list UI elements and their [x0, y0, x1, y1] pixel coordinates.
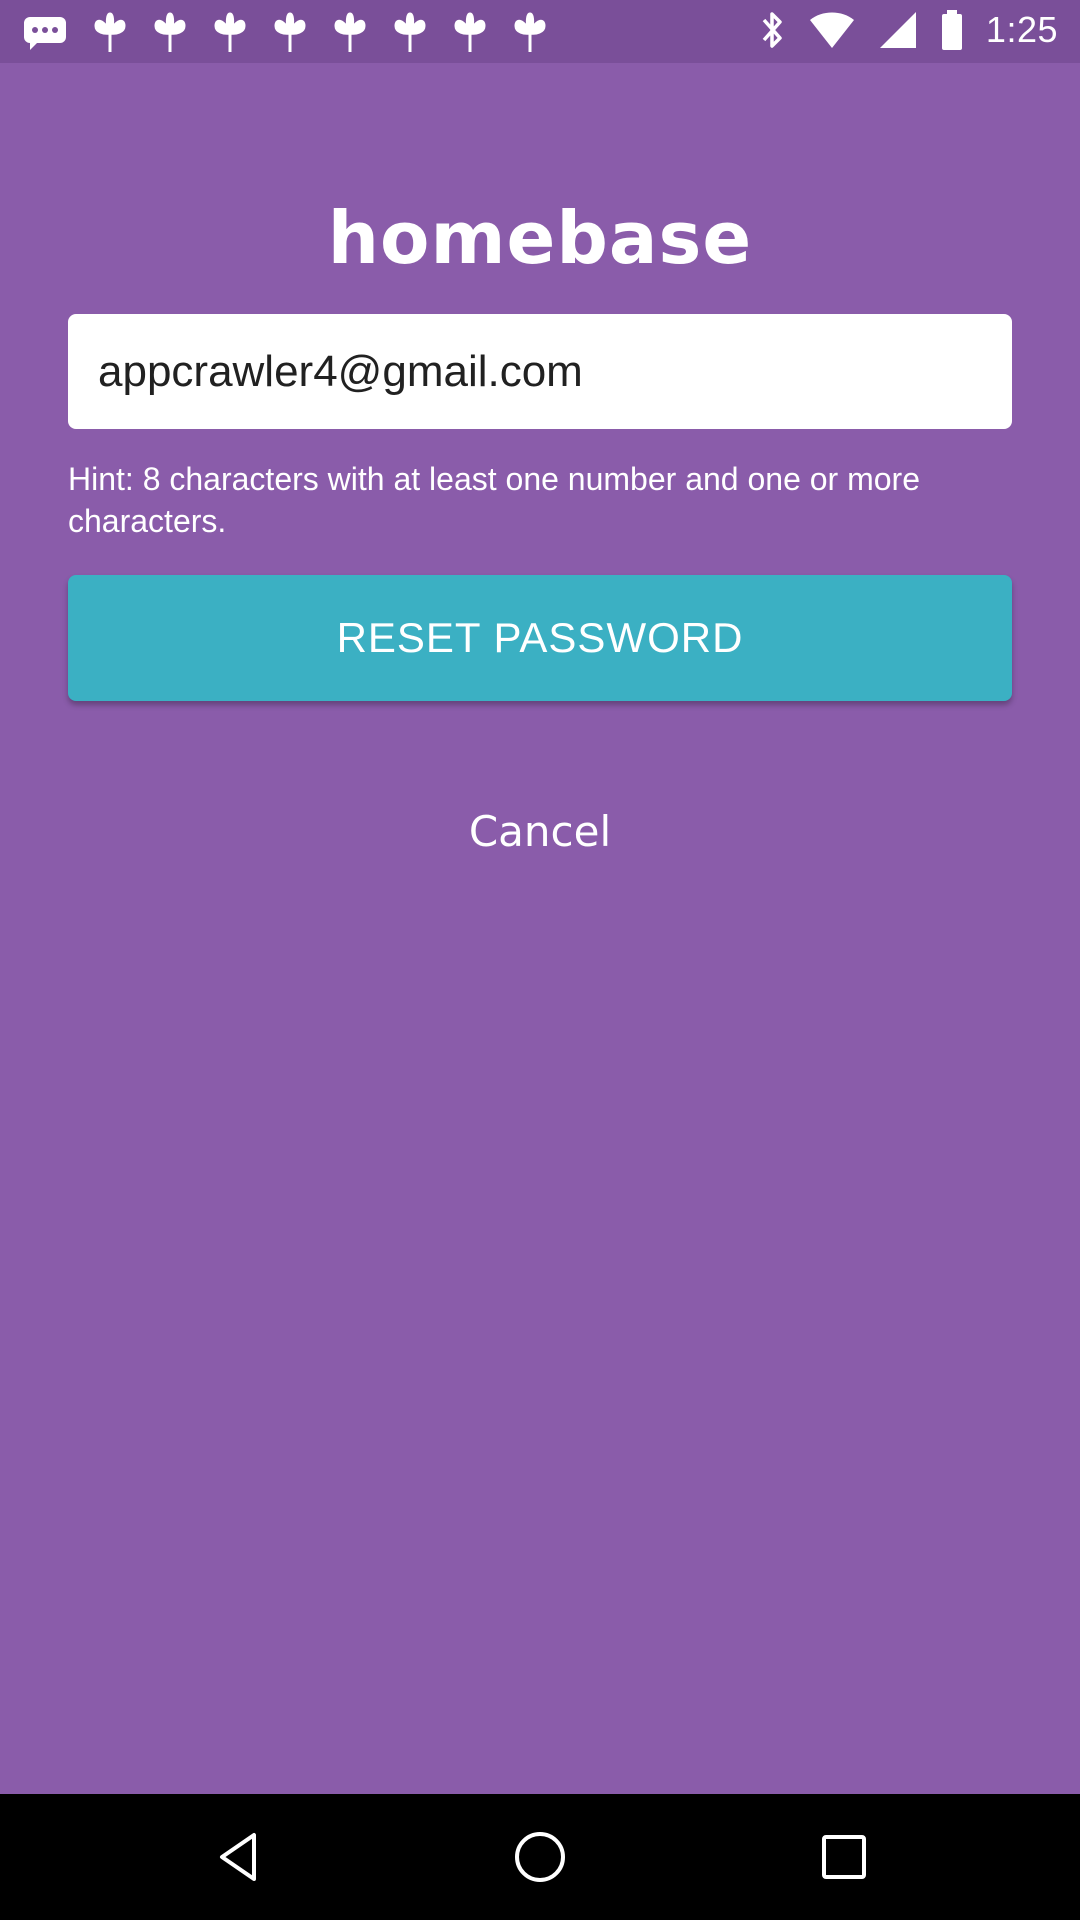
reset-password-button[interactable]: RESET PASSWORD [68, 575, 1012, 701]
fan-icon [92, 12, 128, 54]
cancel-link[interactable]: Cancel [0, 807, 1080, 856]
home-icon[interactable] [510, 1827, 570, 1887]
fan-icon [272, 12, 308, 54]
status-bar: 1:25 [0, 0, 1080, 63]
email-field[interactable] [96, 345, 984, 398]
back-icon[interactable] [210, 1827, 270, 1887]
chat-icon [22, 14, 68, 52]
recents-icon[interactable] [814, 1827, 874, 1887]
cellular-signal-icon [878, 10, 918, 50]
navigation-bar [0, 1794, 1080, 1920]
password-hint: Hint: 8 characters with at least one num… [68, 461, 920, 539]
system-status-icons: 1:25 [758, 8, 1058, 52]
fan-icon [392, 12, 428, 54]
app-title: homebase [327, 196, 753, 280]
reset-password-label: RESET PASSWORD [336, 614, 744, 661]
status-time: 1:25 [985, 9, 1058, 50]
fan-icon [152, 12, 188, 54]
fan-icon [332, 12, 368, 54]
fan-icon [452, 12, 488, 54]
bluetooth-icon [758, 8, 786, 52]
email-field-container[interactable] [68, 314, 1012, 429]
reset-password-screen: homebase Hint: 8 characters with at leas… [0, 63, 1080, 1794]
battery-icon [940, 9, 964, 51]
fan-icon [212, 12, 248, 54]
wifi-icon [808, 10, 856, 50]
fan-icon [512, 12, 548, 54]
notification-icons [22, 12, 548, 54]
